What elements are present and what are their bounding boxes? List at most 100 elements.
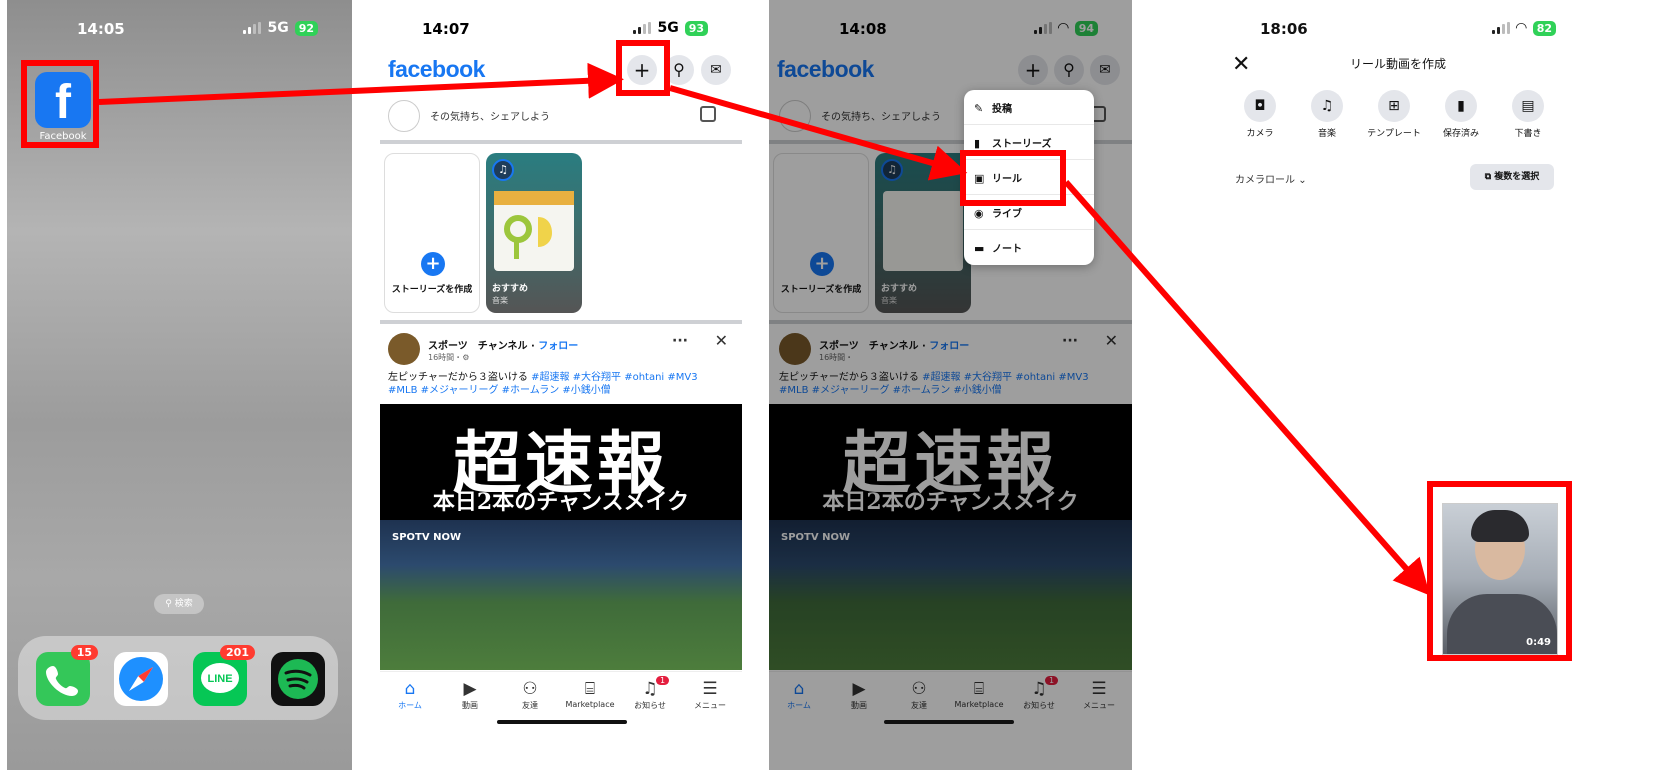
- nav-label: ホーム: [398, 701, 422, 710]
- messenger-button[interactable]: ✉: [701, 55, 731, 85]
- composer[interactable]: その気持ち、シェアしよう: [388, 98, 726, 134]
- highlight-plus-button: [616, 40, 670, 96]
- video-subtitle: 本日2本のチャンスメイク: [432, 489, 690, 515]
- tool-music[interactable]: ♫ 音楽: [1297, 90, 1357, 139]
- photo-icon[interactable]: [700, 106, 716, 122]
- search-icon: ⚲: [165, 599, 175, 609]
- battery-level: 82: [1532, 20, 1556, 36]
- divider: [380, 140, 742, 144]
- nav-marketplace[interactable]: ⌸ Marketplace: [560, 678, 620, 709]
- highlight-video-thumbnail: [1427, 481, 1572, 661]
- dock: 15 LINE 201: [18, 636, 338, 720]
- phone-icon: [46, 666, 78, 696]
- spotify-icon: [278, 659, 318, 699]
- compass-icon: [119, 657, 163, 701]
- post-author-line: スポーツ チャンネル · フォロー: [428, 341, 579, 352]
- status-bar: 14:07 5G 93: [352, 18, 742, 42]
- tool-saved[interactable]: ▮ 保存済み: [1431, 90, 1491, 139]
- nav-video[interactable]: ▶ 動画: [440, 678, 500, 711]
- multi-select-button[interactable]: ⧉ 複数を選択: [1470, 164, 1554, 190]
- tool-label: 音楽: [1317, 129, 1336, 139]
- video-icon: ▶: [463, 679, 477, 699]
- nav-label: メニュー: [694, 701, 726, 710]
- menu-label: ノート: [992, 244, 1022, 255]
- status-right: ◠ 82: [1491, 20, 1556, 36]
- post-author[interactable]: スポーツ チャンネル: [428, 341, 528, 352]
- bottom-nav: ⌂ ホーム ▶ 動画 ⚇ 友達 ⌸ Marketplace ♫ 1 お知らせ ☰ メニュー: [380, 671, 742, 719]
- friends-icon: ⚇: [522, 679, 538, 699]
- post-time-text: 16時間・: [428, 353, 463, 362]
- tool-drafts[interactable]: ▤ 下書き: [1498, 90, 1558, 139]
- composer-placeholder: その気持ち、シェアしよう: [430, 112, 550, 123]
- video-frame: SPOTV NOW: [380, 520, 742, 670]
- menu-label: 投稿: [992, 104, 1012, 115]
- line-app-icon[interactable]: LINE 201: [193, 645, 255, 706]
- menu-label: ストーリーズ: [992, 139, 1052, 150]
- nav-notifications[interactable]: ♫ 1 お知らせ: [620, 676, 680, 711]
- menu-icon: ☰: [702, 679, 718, 699]
- search-label: 検索: [174, 599, 193, 609]
- status-right: 5G 92: [243, 20, 318, 36]
- menu-item-stories[interactable]: ▮ ストーリーズ: [974, 135, 1052, 150]
- home-icon: ⌂: [404, 679, 416, 699]
- home-indicator: [884, 720, 1014, 724]
- nav-menu[interactable]: ☰ メニュー: [680, 678, 740, 711]
- facebook-feed-screen: 14:07 5G 93 facebook + ⚲ ✉ その気持ち、シェアしよう …: [352, 0, 742, 770]
- channel-avatar[interactable]: [388, 333, 420, 365]
- create-reel-screen: 18:06 ◠ 82 ✕ リール動画を作成 ◘ カメラ ♫ 音楽 ⊞ テンプレート ▮…: [1160, 0, 1656, 770]
- home-indicator: [497, 720, 627, 724]
- phone-app-icon[interactable]: 15: [36, 645, 98, 706]
- marketplace-icon: ⌸: [584, 679, 596, 699]
- bookmark-icon: ▮: [1445, 90, 1477, 122]
- broadcaster-logo: SPOTV NOW: [392, 532, 461, 543]
- create-story-card[interactable]: + ストーリーズを作成: [384, 153, 480, 313]
- post-text: 左ピッチャーだから３盗いける #超速報 #大谷翔平 #ohtani #MV3 #…: [388, 371, 722, 397]
- book-icon: ▮: [974, 137, 981, 150]
- search-pill[interactable]: ⚲ 検索: [154, 594, 204, 614]
- divider: [380, 320, 742, 324]
- music-story-subtitle: 音楽: [492, 296, 508, 305]
- divider: [964, 124, 1094, 125]
- music-story-card[interactable]: ♫ おすすめ 音楽: [486, 153, 582, 313]
- status-right: 5G 93: [633, 20, 708, 36]
- notification-badge: 1: [656, 676, 670, 685]
- bell-icon: ♫: [642, 679, 658, 699]
- post-video[interactable]: 超速報 本日2本のチャンスメイク SPOTV NOW: [380, 404, 742, 670]
- edit-icon: ✎: [974, 102, 984, 115]
- nav-label: Marketplace: [565, 700, 615, 709]
- menu-item-post[interactable]: ✎ 投稿: [974, 100, 1012, 115]
- signal-icon: [633, 22, 652, 34]
- follow-link[interactable]: フォロー: [538, 341, 578, 352]
- page-title: リール動画を作成: [1350, 57, 1447, 71]
- status-bar: 14:05 5G 92: [7, 18, 352, 42]
- menu-label: ライブ: [992, 209, 1022, 220]
- network-label: 5G: [657, 20, 679, 36]
- more-options-icon[interactable]: ···: [672, 333, 688, 349]
- tool-label: テンプレート: [1367, 129, 1421, 139]
- menu-item-live[interactable]: ◉ ライブ: [974, 205, 1022, 220]
- facebook-logo: facebook: [388, 56, 485, 82]
- post-header: スポーツ チャンネル · フォロー 16時間・⚙ ··· ✕: [388, 331, 732, 369]
- artwork-graphic: [494, 191, 574, 259]
- tool-template[interactable]: ⊞ テンプレート: [1364, 90, 1424, 139]
- search-icon: ⚲: [673, 60, 685, 79]
- close-icon[interactable]: ✕: [1232, 52, 1250, 77]
- wifi-icon: ◠: [1515, 20, 1527, 36]
- camera-roll-dropdown[interactable]: カメラロール ⌄: [1235, 171, 1307, 186]
- live-icon: ◉: [974, 207, 984, 220]
- create-story-label: ストーリーズを作成: [391, 285, 473, 295]
- nav-label: 友達: [522, 701, 538, 710]
- highlight-reel-item: [960, 150, 1066, 206]
- close-icon[interactable]: ✕: [715, 331, 728, 350]
- menu-item-note[interactable]: ▬ ノート: [974, 240, 1022, 255]
- nav-label: 動画: [462, 701, 478, 710]
- battery-level: 92: [294, 20, 318, 36]
- safari-app-icon[interactable]: [114, 652, 168, 706]
- spotify-app-icon[interactable]: [271, 652, 325, 706]
- tool-camera[interactable]: ◘ カメラ: [1230, 90, 1290, 139]
- music-note-icon: ♫: [492, 159, 514, 181]
- nav-home[interactable]: ⌂ ホーム: [380, 678, 440, 711]
- line-logo-text: LINE: [207, 673, 232, 685]
- nav-friends[interactable]: ⚇ 友達: [500, 678, 560, 711]
- music-story-title: おすすめ: [492, 284, 529, 294]
